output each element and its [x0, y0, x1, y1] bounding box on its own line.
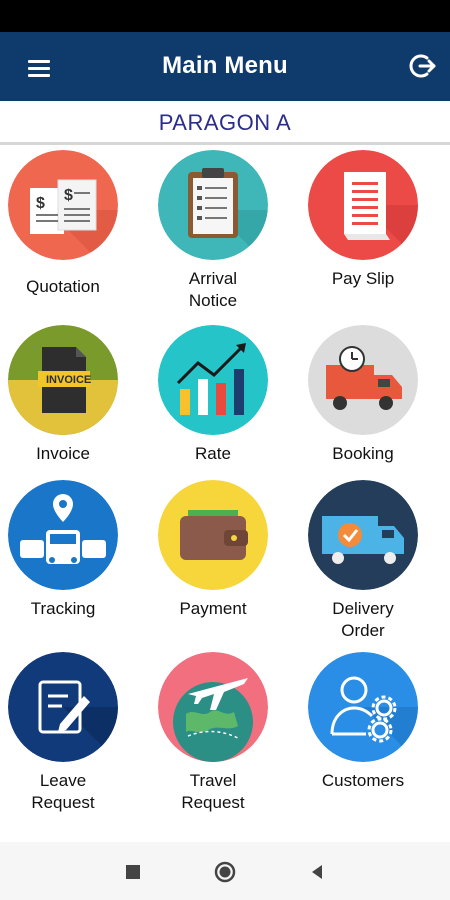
tile-label: Payment — [179, 599, 247, 618]
company-name: PARAGON A — [0, 101, 450, 145]
svg-text:INVOICE: INVOICE — [46, 374, 91, 386]
tile-label: Quotation — [26, 277, 100, 296]
tile-payment[interactable]: Payment — [138, 480, 288, 640]
invoice-icon: INVOICE — [8, 325, 118, 435]
tile-label: Customers — [321, 771, 405, 790]
tile-label: Pay Slip — [331, 269, 395, 288]
bar-chart-trend-icon — [158, 325, 268, 435]
clipboard-checklist-icon — [158, 150, 268, 260]
tile-quotation[interactable]: $ $ Quotation — [0, 150, 138, 310]
tile-label: Arrival Notice — [188, 269, 238, 310]
tile-label: Delivery Order — [332, 599, 394, 640]
user-gears-icon — [308, 652, 418, 762]
svg-text:$: $ — [36, 195, 45, 212]
tile-booking[interactable]: Booking — [288, 325, 438, 465]
tile-arrival-notice[interactable]: Arrival Notice — [138, 150, 288, 310]
tile-label: Rate — [195, 444, 231, 463]
delivery-truck-check-icon — [308, 480, 418, 590]
wallet-icon — [158, 480, 268, 590]
truck-location-pin-icon — [8, 480, 118, 590]
tile-label: Invoice — [36, 444, 90, 463]
svg-text:$: $ — [64, 187, 73, 204]
app-bar: Main Menu — [0, 32, 450, 101]
tile-label: Travel Request — [181, 771, 245, 812]
triangle-back-icon[interactable] — [304, 859, 330, 885]
quotation-icon: $ $ — [8, 150, 118, 260]
tile-customers[interactable]: Customers — [288, 652, 438, 822]
document-pen-icon — [8, 652, 118, 762]
tile-invoice[interactable]: INVOICE Invoice — [0, 325, 138, 465]
tile-pay-slip[interactable]: Pay Slip — [288, 150, 438, 310]
tile-tracking[interactable]: Tracking — [0, 480, 138, 640]
status-bar — [0, 0, 450, 32]
delivery-truck-clock-icon — [308, 325, 418, 435]
tile-leave-request[interactable]: Leave Request — [0, 652, 138, 822]
circle-home-icon[interactable] — [212, 859, 238, 885]
tile-label: Leave Request — [31, 771, 95, 812]
globe-airplane-icon — [158, 652, 268, 762]
tile-label: Tracking — [30, 599, 96, 618]
tile-label: Booking — [332, 444, 394, 463]
page-title: Main Menu — [162, 52, 288, 79]
tile-rate[interactable]: Rate — [138, 325, 288, 465]
tile-delivery-order[interactable]: Delivery Order — [288, 480, 438, 640]
logout-icon[interactable] — [408, 51, 438, 81]
tile-travel-request[interactable]: Travel Request — [138, 652, 288, 822]
square-recents-icon[interactable] — [120, 859, 146, 885]
receipt-icon — [308, 150, 418, 260]
system-nav-bar — [0, 842, 450, 900]
